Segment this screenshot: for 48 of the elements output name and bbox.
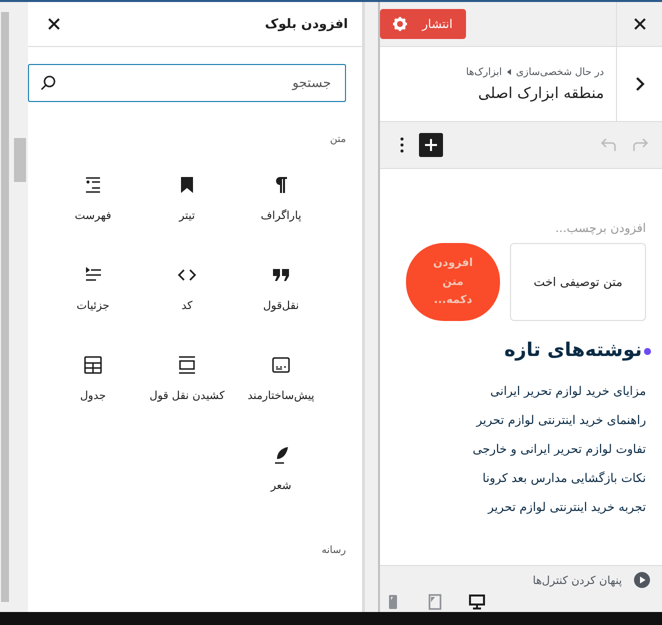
scrollbar-track[interactable] (365, 2, 380, 612)
chevron-icon (634, 76, 644, 92)
post-link[interactable]: نکات بازگشایی مدارس بعد کرونا (400, 464, 646, 493)
add-block-button[interactable] (419, 133, 443, 157)
block-item[interactable]: کشیدن نقل قول (140, 355, 234, 425)
close-icon (632, 17, 646, 31)
breadcrumb-text: ابزارک‌ها (466, 66, 502, 78)
section-title: منطقه ابزارک اصلی (478, 84, 604, 102)
publish-button[interactable]: انتشار (380, 9, 466, 39)
scrollbar-thumb[interactable] (14, 138, 26, 182)
tablet-preview-button[interactable] (427, 594, 443, 610)
plus-icon (424, 138, 438, 152)
block-item[interactable]: نقل‌قول (234, 265, 328, 335)
triangle-icon (506, 69, 511, 75)
post-link[interactable]: راهنمای خرید اینترنتی لوازم تحریر (400, 406, 646, 435)
block-item[interactable]: جدول (46, 355, 140, 425)
search-field[interactable]: جستجو (28, 64, 346, 102)
cursor-dot (644, 348, 651, 355)
category-label: رسانه (320, 545, 346, 556)
block-item[interactable]: پیش‌ساختارمند (234, 355, 328, 425)
search-icon (40, 75, 56, 91)
kebab-menu-icon[interactable] (400, 137, 404, 153)
close-icon (47, 17, 61, 31)
gear-icon (393, 17, 408, 31)
preformatted-icon (271, 355, 291, 375)
hide-controls-button[interactable]: پنهان کردن کنترل‌ها (380, 572, 650, 588)
redo-icon[interactable] (632, 138, 650, 152)
pullquote-icon (177, 355, 197, 375)
post-link[interactable]: تفاوت لوازم تحریر ایرانی و خارجی (400, 435, 646, 464)
list-icon (83, 175, 103, 195)
panel-title: افزودن بلوک (264, 16, 348, 32)
breadcrumb-text: در حال شخصی‌سازی (516, 66, 604, 78)
description-card[interactable]: متن توصیفی اخت (510, 243, 646, 321)
undo-icon[interactable] (599, 138, 617, 152)
block-item[interactable]: تیتر (140, 175, 234, 245)
section-heading: نوشته‌های تازه (504, 339, 642, 361)
block-item[interactable]: کد (140, 265, 234, 335)
block-item[interactable]: فهرست (46, 175, 140, 245)
block-item[interactable]: شعر (234, 445, 328, 515)
desktop-preview-button[interactable] (469, 594, 485, 610)
post-link[interactable]: مزایای خرید لوازم تحریر ایرانی (400, 377, 646, 406)
block-item[interactable]: جزئیات (46, 265, 140, 335)
table-icon (83, 355, 103, 375)
category-label: متن (329, 134, 346, 145)
post-link[interactable]: تجربه خرید اینترنتی لوازم تحریر (400, 493, 646, 522)
scrollbar-thumb[interactable] (1, 12, 9, 602)
block-item[interactable]: پاراگراف (234, 175, 328, 245)
play-icon (634, 572, 650, 588)
